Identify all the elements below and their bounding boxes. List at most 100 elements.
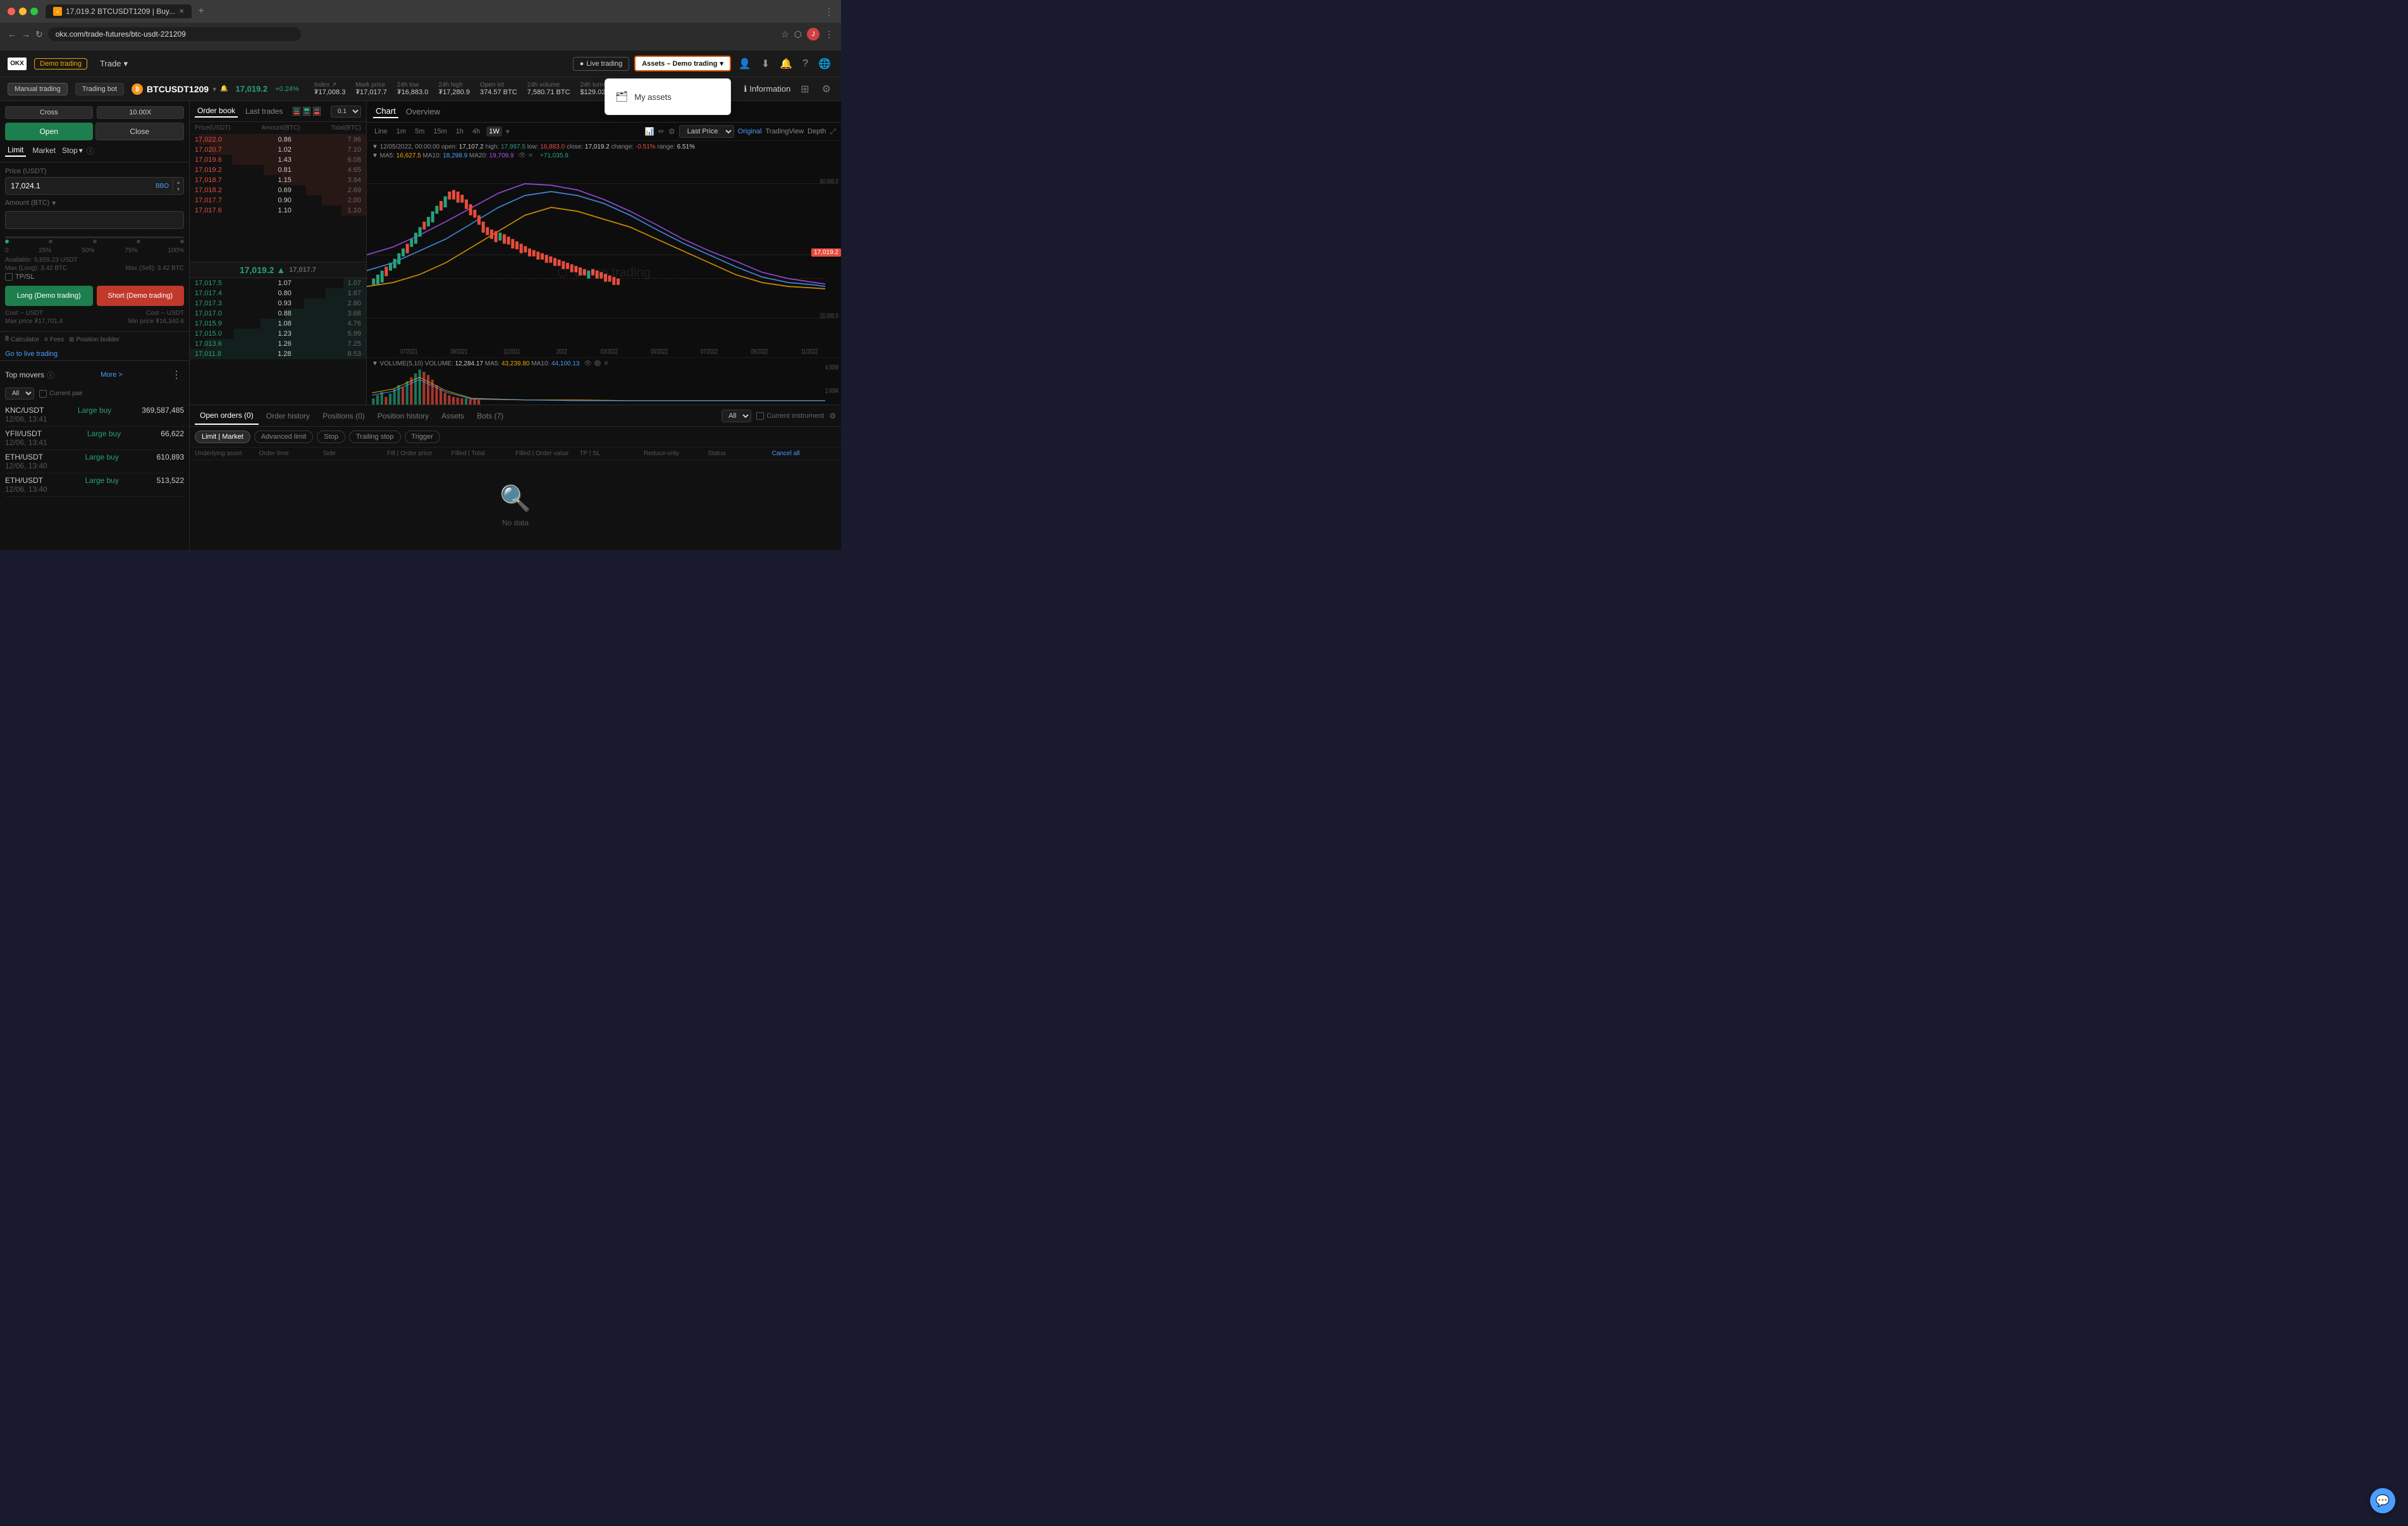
ob-view-btn3[interactable]	[313, 107, 321, 116]
5m-btn[interactable]: 5m	[412, 126, 427, 137]
current-pair-checkbox[interactable]	[39, 390, 47, 398]
user-icon-btn[interactable]: 👤	[736, 55, 754, 73]
slider-dot-50[interactable]	[93, 240, 97, 243]
volume-close-icon[interactable]: ✕	[603, 360, 608, 367]
stop-dropdown[interactable]: Stop ▾	[62, 146, 83, 155]
4h-btn[interactable]: 4h	[470, 126, 482, 137]
table-row[interactable]: 17,011.81.288.53	[190, 349, 366, 359]
slider-dot-25[interactable]	[49, 240, 52, 243]
table-row[interactable]: 17,017.30.932.80	[190, 298, 366, 308]
1w-btn[interactable]: 1W	[486, 126, 502, 137]
help-icon-btn[interactable]: ?	[800, 56, 811, 72]
close-window-btn[interactable]	[8, 8, 15, 15]
slider-dots[interactable]	[5, 240, 184, 243]
browser-menu-btn[interactable]: ⋮	[825, 29, 833, 40]
order-history-tab[interactable]: Order history	[261, 408, 315, 424]
pair-selector[interactable]: ₿ BTCUSDT1209 ▾ 🔔	[132, 83, 228, 95]
more-btn[interactable]: More >	[101, 371, 123, 379]
th-cancel-all[interactable]: Cancel all	[772, 450, 836, 457]
leverage-btn[interactable]: 10.00X	[97, 106, 185, 119]
table-row[interactable]: 17,017.70.902.00	[190, 195, 366, 205]
globe-icon-btn[interactable]: 🌐	[816, 55, 833, 73]
layout-btn[interactable]: ⊞	[798, 80, 811, 98]
back-btn[interactable]: ←	[8, 29, 16, 39]
bottom-settings-btn[interactable]: ⚙	[829, 412, 836, 420]
browser-tab[interactable]: ● 17,019.2 BTCUSDT1209 | Buy... ✕	[46, 4, 192, 18]
bookmark-btn[interactable]: ☆	[781, 29, 789, 40]
go-live-link[interactable]: Go to live trading	[0, 348, 189, 360]
limit-market-filter[interactable]: Limit | Market	[195, 430, 250, 443]
all-select[interactable]: All	[722, 410, 751, 422]
slider-dot-75[interactable]	[137, 240, 140, 243]
open-orders-tab[interactable]: Open orders (0)	[195, 407, 259, 425]
indicator-btn[interactable]: 📊	[645, 127, 654, 136]
ob-size-select[interactable]: 0.1	[331, 106, 361, 118]
table-row[interactable]: 17,018.20.692.69	[190, 185, 366, 195]
depth-btn[interactable]: Depth	[808, 128, 826, 135]
demo-trading-badge[interactable]: Demo trading	[34, 58, 87, 70]
address-bar[interactable]	[48, 27, 301, 41]
advanced-limit-filter[interactable]: Advanced limit	[254, 430, 314, 443]
live-trading-btn[interactable]: ● Live trading	[573, 57, 630, 71]
minimize-window-btn[interactable]	[19, 8, 27, 15]
original-btn[interactable]: Original	[738, 128, 762, 135]
slider-handle[interactable]	[5, 240, 9, 243]
bots-tab[interactable]: Bots (7)	[472, 408, 508, 424]
table-row[interactable]: 17,015.01.235.99	[190, 329, 366, 339]
trigger-filter[interactable]: Trigger	[405, 430, 440, 443]
my-assets-item[interactable]: 🗂 My assets	[605, 84, 730, 109]
trading-bot-btn[interactable]: Trading bot	[75, 83, 124, 95]
table-row[interactable]: 17,013.61.267.25	[190, 339, 366, 349]
1h-btn[interactable]: 1h	[453, 126, 466, 137]
tradingview-btn[interactable]: TradingView	[765, 128, 804, 135]
overview-tab[interactable]: Overview	[403, 106, 443, 118]
cross-btn[interactable]: Cross	[5, 106, 93, 119]
settings-btn[interactable]: ⚙	[820, 80, 833, 98]
movers-filter-select[interactable]: All	[5, 388, 34, 400]
fees-btn[interactable]: ≡ Fees	[44, 334, 64, 345]
price-input[interactable]	[6, 178, 152, 194]
short-btn[interactable]: Short (Demo trading)	[97, 286, 185, 306]
tab-close-btn[interactable]: ✕	[179, 8, 184, 15]
price-up-btn[interactable]: ▲	[173, 179, 183, 186]
line-btn[interactable]: Line	[372, 126, 390, 137]
positions-tab[interactable]: Positions (0)	[317, 408, 370, 424]
close-btn[interactable]: Close	[95, 123, 185, 140]
chart-type-select[interactable]: Last Price	[679, 125, 734, 138]
open-btn[interactable]: Open	[5, 123, 93, 140]
order-info-icon[interactable]: ⓘ	[87, 145, 94, 156]
chat-btn[interactable]: 💬	[2370, 1488, 2395, 1513]
settings-chart-btn[interactable]: ⚙	[668, 127, 675, 136]
slider-dot-100[interactable]	[180, 240, 184, 243]
ob-view-btn2[interactable]	[303, 107, 310, 116]
volume-settings-icon[interactable]: ⚙	[594, 360, 602, 367]
table-row[interactable]: 17,017.51.071.07	[190, 278, 366, 288]
extension-btn[interactable]: ⬡	[794, 29, 802, 40]
1m-btn[interactable]: 1m	[394, 126, 408, 137]
expand-chart-btn[interactable]: ⤢	[830, 127, 836, 137]
table-row[interactable]: 17,017.40.801.87	[190, 288, 366, 298]
market-btn[interactable]: Market	[30, 145, 58, 156]
information-btn[interactable]: ℹ Information	[744, 84, 790, 94]
table-row[interactable]: 17,020.71.027.10	[190, 145, 366, 155]
stop-filter[interactable]: Stop	[317, 430, 345, 443]
current-instrument-checkbox[interactable]	[756, 412, 764, 420]
table-row[interactable]: 17,019.20.814.65	[190, 165, 366, 175]
maximize-window-btn[interactable]	[30, 8, 38, 15]
bell-icon-btn[interactable]: 🔔	[777, 55, 795, 73]
refresh-btn[interactable]: ↻	[35, 29, 43, 40]
draw-btn[interactable]: ✏	[658, 127, 665, 136]
order-book-tab[interactable]: Order book	[195, 105, 238, 118]
more-browser-btn[interactable]: ⋮	[825, 6, 833, 17]
limit-btn[interactable]: Limit	[5, 144, 26, 157]
calculator-btn[interactable]: 🖩 Calculator	[5, 334, 39, 345]
download-icon-btn[interactable]: ⬇	[759, 55, 772, 73]
bbo-btn[interactable]: BBO	[152, 183, 173, 190]
trailing-stop-filter[interactable]: Trailing stop	[349, 430, 401, 443]
price-down-btn[interactable]: ▼	[173, 186, 183, 193]
chart-tab[interactable]: Chart	[373, 105, 398, 118]
movers-menu-icon[interactable]: ⋮	[169, 366, 184, 384]
long-btn[interactable]: Long (Demo trading)	[5, 286, 93, 306]
trade-menu[interactable]: Trade ▾	[95, 56, 133, 71]
15m-btn[interactable]: 15m	[431, 126, 449, 137]
